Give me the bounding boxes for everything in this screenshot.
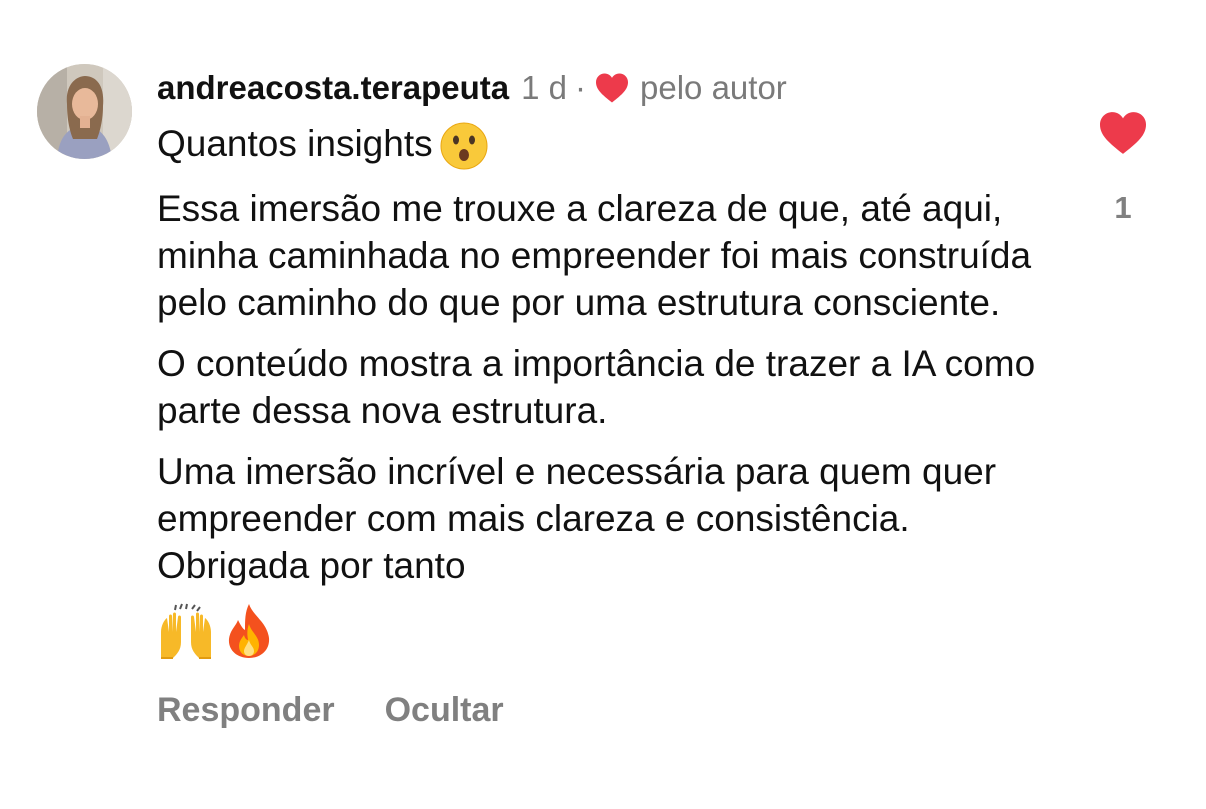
trailing-emojis [157, 601, 1037, 661]
separator: · [575, 69, 587, 106]
comment-time: 1 d [521, 69, 568, 106]
comment-paragraph: Quantos insights [157, 120, 1037, 171]
raising-hands-icon [161, 603, 211, 660]
heart-icon [1100, 112, 1146, 154]
comment-meta: andreacosta.terapeuta 1 d · pelo autor [157, 66, 1037, 110]
comment-actions: Responder Ocultar [157, 691, 1037, 730]
comment-paragraph-text: Quantos insights [157, 123, 433, 164]
astonished-face-icon [440, 122, 488, 170]
avatar[interactable] [37, 64, 132, 159]
comment-paragraph: O conteúdo mostra a importância de traze… [157, 343, 1036, 432]
comment-body: andreacosta.terapeuta 1 d · pelo autor Q… [157, 66, 1037, 730]
like-count: 1 [1114, 190, 1132, 225]
heart-icon [594, 72, 630, 104]
profile-photo-icon [37, 64, 132, 159]
reply-button[interactable]: Responder [157, 691, 335, 730]
comment: andreacosta.terapeuta 1 d · pelo autor Q… [0, 0, 1206, 809]
comment-text: Quantos insights Essa imersão me trouxe … [157, 120, 1037, 589]
hide-button[interactable]: Ocultar [385, 691, 504, 730]
comment-paragraph: Uma imersão incrível e necessária para q… [157, 451, 997, 587]
fire-icon [228, 604, 270, 659]
comment-paragraph: Essa imersão me trouxe a clareza de que,… [157, 188, 1032, 324]
like-button[interactable] [1096, 110, 1150, 161]
liked-by-author-label: pelo autor [640, 69, 787, 106]
username[interactable]: andreacosta.terapeuta [157, 66, 509, 110]
